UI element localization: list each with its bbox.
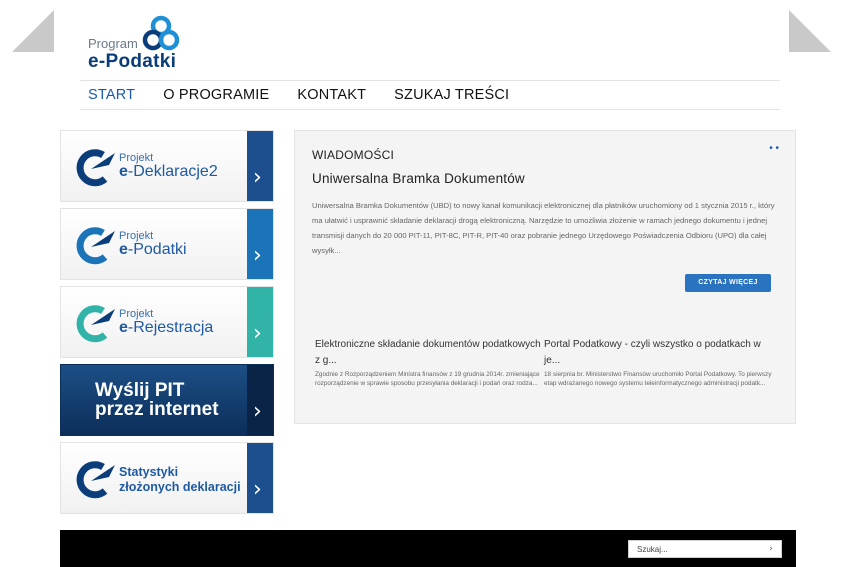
news-item-body: Zgodnie z Rozporządzeniem Ministra finan… bbox=[315, 371, 540, 387]
search-input[interactable] bbox=[629, 541, 759, 557]
tile-name: e-Podatki bbox=[119, 241, 187, 258]
news-item-body: 18 sierpnia br. Ministerstwo Finansów ur… bbox=[544, 371, 772, 387]
tile-pit-text: Wyślij PIT przez internet bbox=[95, 380, 219, 420]
e-rejestracja-logo-icon bbox=[76, 305, 115, 343]
slider-dots[interactable]: • • bbox=[769, 143, 779, 154]
news-item-title[interactable]: Elektroniczne składanie dokumentów podat… bbox=[315, 337, 543, 369]
footer: › bbox=[60, 530, 796, 567]
chevron-right-icon[interactable]: › bbox=[765, 543, 777, 555]
chevron-right-icon: › bbox=[253, 477, 262, 502]
statystyki-logo-icon bbox=[76, 461, 115, 499]
nav-item-o-programie[interactable]: O PROGRAMIE bbox=[163, 87, 269, 103]
tile-name: e-Deklaracje2 bbox=[119, 163, 218, 180]
tile-arrow-bar[interactable]: › bbox=[247, 287, 273, 357]
e-podatki-logo-icon bbox=[76, 227, 115, 265]
e-deklaracje-logo-icon bbox=[76, 149, 115, 187]
tile-arrow-bar[interactable]: › bbox=[247, 131, 273, 201]
nav-item-szukaj-tresci[interactable]: SZUKAJ TREŚCI bbox=[394, 87, 509, 103]
prev-arrow[interactable] bbox=[12, 10, 54, 52]
news-item: Elektroniczne składanie dokumentów podat… bbox=[315, 337, 543, 388]
chevron-right-icon: › bbox=[253, 243, 262, 268]
search-box: › bbox=[628, 540, 782, 558]
nav-item-start[interactable]: START bbox=[88, 87, 135, 103]
logo-program-text: Program bbox=[88, 36, 138, 51]
news-item: Portal Podatkowy - czyli wszystko o poda… bbox=[544, 337, 772, 388]
tile-wyslij-pit[interactable]: Wyślij PIT przez internet › bbox=[60, 364, 274, 436]
read-more-button[interactable]: CZYTAJ WIĘCEJ bbox=[685, 274, 771, 292]
tile-e-rejestracja[interactable]: Projekt e-Rejestracja › bbox=[60, 286, 274, 358]
news-panel: WIADOMOŚCI • • Uniwersalna Bramka Dokume… bbox=[294, 130, 796, 424]
tile-arrow-bar[interactable]: › bbox=[247, 365, 273, 435]
news-title[interactable]: Uniwersalna Bramka Dokumentów bbox=[312, 171, 525, 186]
tile-e-podatki[interactable]: Projekt e-Podatki › bbox=[60, 208, 274, 280]
logo-mark-icon bbox=[142, 15, 180, 51]
chevron-right-icon: › bbox=[253, 321, 262, 346]
page: Program e-Podatki START O PROGRAMIE KONT… bbox=[60, 0, 796, 567]
chevron-right-icon: › bbox=[253, 165, 262, 190]
logo[interactable]: Program e-Podatki bbox=[88, 14, 228, 72]
news-body: Uniwersalna Bramka Dokumentów (UBD) to n… bbox=[312, 201, 775, 255]
main-nav: START O PROGRAMIE KONTAKT SZUKAJ TREŚCI bbox=[80, 80, 780, 110]
tile-arrow-bar[interactable]: › bbox=[247, 209, 273, 279]
chevron-right-icon: › bbox=[253, 399, 262, 424]
nav-item-kontakt[interactable]: KONTAKT bbox=[297, 87, 366, 103]
project-tiles: Projekt e-Deklaracje2 › Projekt e-Podatk… bbox=[60, 130, 274, 520]
tile-arrow-bar[interactable]: › bbox=[247, 443, 273, 513]
tile-e-deklaracje[interactable]: Projekt e-Deklaracje2 › bbox=[60, 130, 274, 202]
tile-statystyki-text: Statystyki złożonych deklaracji bbox=[119, 465, 241, 494]
news-item-title[interactable]: Portal Podatkowy - czyli wszystko o poda… bbox=[544, 337, 772, 369]
tile-statystyki[interactable]: Statystyki złożonych deklaracji › bbox=[60, 442, 274, 514]
tile-name: e-Rejestracja bbox=[119, 319, 214, 336]
news-heading: WIADOMOŚCI bbox=[312, 148, 394, 162]
logo-name-text: e-Podatki bbox=[88, 51, 177, 72]
